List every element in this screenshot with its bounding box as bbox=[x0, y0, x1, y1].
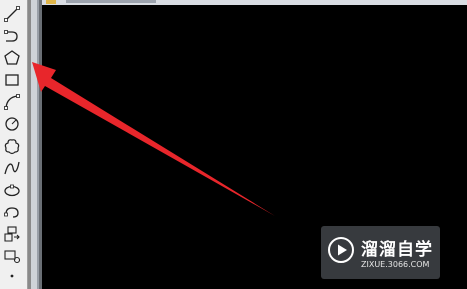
line-icon bbox=[4, 6, 20, 22]
revision-cloud-icon bbox=[4, 139, 20, 155]
arc-icon bbox=[4, 94, 20, 110]
insert-block-icon bbox=[4, 226, 20, 242]
point-icon bbox=[10, 274, 14, 278]
ellipse-tool-button[interactable] bbox=[2, 180, 22, 200]
spline-tool-button[interactable] bbox=[2, 158, 22, 178]
drawing-tab-title bbox=[66, 0, 156, 3]
polyline-tool-button[interactable] bbox=[2, 26, 22, 46]
play-logo-icon bbox=[328, 237, 354, 263]
polyline-icon bbox=[4, 30, 18, 42]
watermark-url: ZIXUE.3066.COM bbox=[361, 260, 430, 269]
make-block-tool-button[interactable] bbox=[2, 246, 22, 266]
toolbar-splitter[interactable] bbox=[28, 0, 42, 289]
line-tool-button[interactable] bbox=[2, 4, 22, 24]
watermark-name: 溜溜自学 bbox=[361, 240, 433, 260]
circle-icon bbox=[5, 117, 19, 131]
spline-icon bbox=[4, 161, 20, 175]
revision-cloud-tool-button[interactable] bbox=[2, 136, 22, 156]
point-tool-button[interactable] bbox=[2, 266, 22, 286]
rectangle-tool-button[interactable] bbox=[2, 70, 22, 90]
ellipse-arc-tool-button[interactable] bbox=[2, 202, 22, 222]
drawing-file-icon bbox=[46, 0, 56, 4]
make-block-icon bbox=[4, 250, 21, 264]
circle-tool-button[interactable] bbox=[2, 114, 22, 134]
polygon-tool-button[interactable] bbox=[2, 48, 22, 68]
polygon-icon bbox=[4, 50, 20, 65]
rectangle-icon bbox=[5, 74, 19, 86]
ellipse-icon bbox=[4, 184, 20, 197]
watermark-badge: 溜溜自学 ZIXUE.3066.COM bbox=[321, 226, 440, 279]
draw-toolbar bbox=[0, 0, 28, 289]
arc-tool-button[interactable] bbox=[2, 92, 22, 112]
insert-block-tool-button[interactable] bbox=[2, 224, 22, 244]
ellipse-arc-icon bbox=[4, 207, 19, 218]
